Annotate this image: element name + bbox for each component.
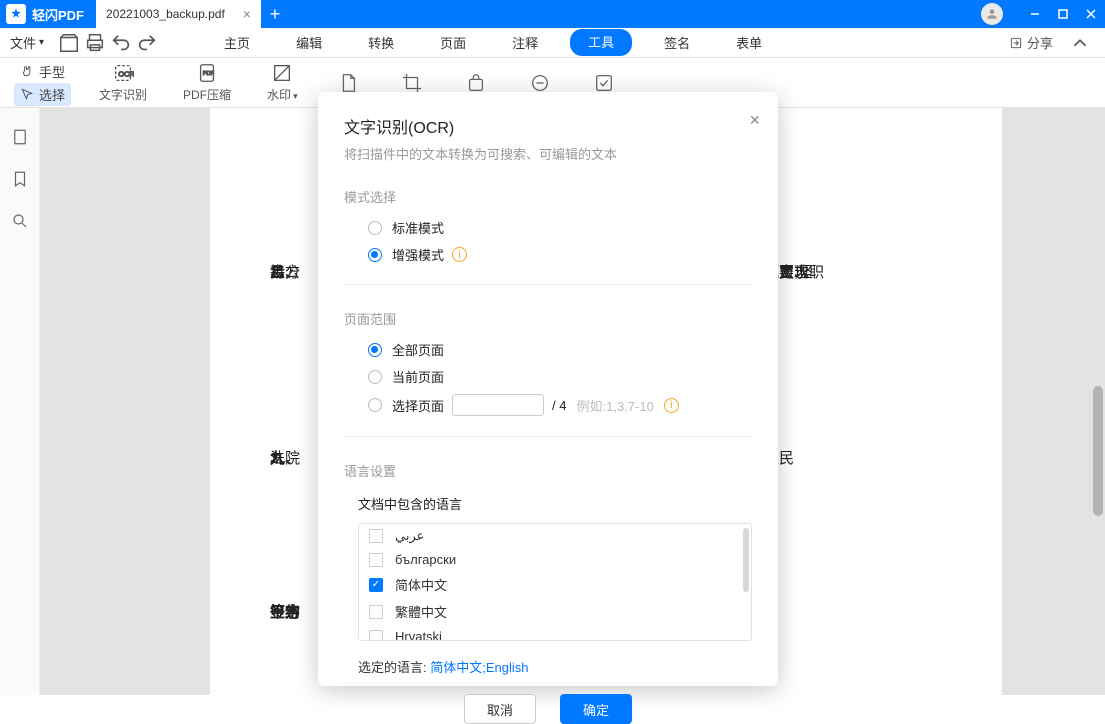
share-button[interactable]: 分享 <box>1009 33 1053 52</box>
tab-home[interactable]: 主页 <box>210 29 264 56</box>
range-section-label: 页面范围 <box>344 309 752 328</box>
ocr-tool[interactable]: OCR文字识别 <box>99 62 147 103</box>
lang-option[interactable]: български <box>359 548 751 571</box>
open-icon[interactable] <box>58 32 80 54</box>
svg-text:OCR: OCR <box>118 70 134 79</box>
scrollbar-thumb[interactable] <box>1093 386 1103 516</box>
lang-option[interactable]: 简体中文 <box>359 571 751 598</box>
search-icon[interactable] <box>11 212 29 230</box>
user-avatar[interactable] <box>981 3 1003 25</box>
mode-section-label: 模式选择 <box>344 187 752 206</box>
lang-option[interactable]: 繁體中文 <box>359 598 751 625</box>
compress-tool[interactable]: PDFPDF压缩 <box>183 62 231 103</box>
lang-scrollbar[interactable] <box>743 528 749 592</box>
language-list[interactable]: عربي български 简体中文 繁體中文 Hrvatski Češtin… <box>358 523 752 641</box>
cancel-button[interactable]: 取消 <box>464 694 536 724</box>
file-tab[interactable]: 20221003_backup.pdf × <box>96 0 261 28</box>
bag-tool-icon[interactable] <box>452 72 500 94</box>
page-range-input[interactable] <box>452 394 544 416</box>
dialog-subtitle: 将扫描件中的文本转换为可搜索、可编辑的文本 <box>344 144 752 163</box>
info-icon[interactable]: i <box>452 247 467 262</box>
tab-convert[interactable]: 转换 <box>354 29 408 56</box>
app-logo <box>6 4 26 24</box>
close-dialog-button[interactable]: × <box>749 110 760 131</box>
check-box-icon[interactable] <box>580 72 628 94</box>
close-tab-icon[interactable]: × <box>243 6 251 22</box>
info-icon[interactable]: i <box>664 398 679 413</box>
tab-annotate[interactable]: 注释 <box>498 29 552 56</box>
ok-button[interactable]: 确定 <box>560 694 632 724</box>
crop-tool-icon[interactable] <box>388 72 436 94</box>
hand-tool[interactable]: 手型 <box>14 60 71 83</box>
maximize-button[interactable] <box>1049 0 1077 28</box>
lang-option[interactable]: عربي <box>359 524 751 548</box>
mode-enhanced-radio[interactable]: 增强模式i <box>368 245 752 264</box>
tab-tools[interactable]: 工具 <box>570 29 632 56</box>
minimize-button[interactable] <box>1021 0 1049 28</box>
close-window-button[interactable] <box>1077 0 1105 28</box>
range-all-radio[interactable]: 全部页面 <box>368 340 752 359</box>
ocr-dialog: 文字识别(OCR) × 将扫描件中的文本转换为可搜索、可编辑的文本 模式选择 标… <box>318 92 778 686</box>
dialog-title: 文字识别(OCR) <box>344 114 752 138</box>
tab-edit[interactable]: 编辑 <box>282 29 336 56</box>
collapse-icon[interactable] <box>1069 32 1091 54</box>
lang-option[interactable]: Hrvatski <box>359 625 751 641</box>
file-tool-icon[interactable] <box>324 72 372 94</box>
selected-languages: 选定的语言: 简体中文;English <box>358 657 752 676</box>
tab-form[interactable]: 表单 <box>722 29 776 56</box>
file-tab-label: 20221003_backup.pdf <box>106 7 225 21</box>
range-current-radio[interactable]: 当前页面 <box>368 367 752 386</box>
file-menu[interactable]: 文件▾ <box>10 33 44 52</box>
titlebar: 轻闪PDF 20221003_backup.pdf × + <box>0 0 1105 28</box>
lang-sublabel: 文档中包含的语言 <box>358 494 752 513</box>
lang-section-label: 语言设置 <box>344 461 752 480</box>
svg-text:PDF: PDF <box>203 71 215 77</box>
watermark-tool[interactable]: 水印▾ <box>267 62 298 103</box>
tab-sign[interactable]: 签名 <box>650 29 704 56</box>
tab-page[interactable]: 页面 <box>426 29 480 56</box>
thumbnails-icon[interactable] <box>11 128 29 146</box>
sidebar <box>0 108 40 695</box>
mode-standard-radio[interactable]: 标准模式 <box>368 218 752 237</box>
minus-circle-icon[interactable] <box>516 72 564 94</box>
app-name: 轻闪PDF <box>32 5 84 24</box>
range-select-radio[interactable]: 选择页面 / 4 例如:1,3,7-10 i <box>368 394 752 416</box>
bookmarks-icon[interactable] <box>11 170 29 188</box>
add-tab-button[interactable]: + <box>261 0 289 28</box>
redo-icon[interactable] <box>136 32 158 54</box>
menubar: 文件▾ 主页 编辑 转换 页面 注释 工具 签名 表单 分享 <box>0 28 1105 58</box>
print-icon[interactable] <box>84 32 106 54</box>
select-tool[interactable]: 选择 <box>14 83 71 106</box>
undo-icon[interactable] <box>110 32 132 54</box>
